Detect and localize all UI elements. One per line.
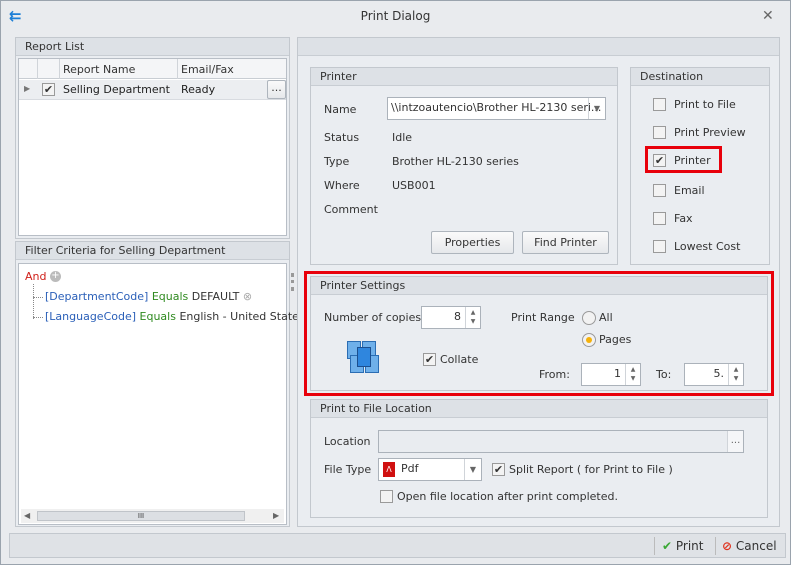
type-label: Type — [324, 155, 350, 168]
close-icon[interactable]: ✕ — [762, 8, 774, 24]
name-label: Name — [324, 103, 357, 116]
printer-title: Printer — [311, 68, 617, 86]
filter-root-and[interactable]: And — [25, 270, 46, 283]
print-label: Print — [675, 539, 704, 553]
open-location-checkbox[interactable] — [380, 490, 393, 503]
print-to-file-group: Print to File Location Location ... File… — [310, 399, 768, 518]
cancel-button[interactable]: ⊘ Cancel — [722, 538, 777, 555]
grid-header: Report Name Email/Fax — [19, 59, 286, 79]
printer-highlight — [645, 146, 722, 173]
print-dialog-window: Print Dialog ⇇ ✕ Report List Report Name… — [0, 0, 791, 565]
title-bar: Print Dialog — [1, 1, 790, 31]
destination-label: Email — [674, 184, 705, 197]
filter-condition[interactable]: [LanguageCode] Equals English - United S… — [45, 310, 317, 323]
footer-bar: ✔ Print ⊘ Cancel — [9, 533, 786, 558]
destination-label: Fax — [674, 212, 693, 225]
check-icon: ✔ — [662, 539, 673, 553]
location-input[interactable]: ... — [378, 430, 744, 453]
destination-checkbox[interactable] — [653, 240, 666, 253]
printer-group: Printer Name \\intzoautencio\Brother HL-… — [310, 67, 618, 265]
condition-value: DEFAULT — [191, 290, 240, 303]
pdf-icon: Λ — [383, 462, 395, 477]
scroll-grip: III — [137, 512, 145, 520]
type-value: Brother HL-2130 series — [392, 155, 519, 168]
destination-checkbox[interactable] — [653, 212, 666, 225]
scrollbar-thumb[interactable]: III — [37, 511, 245, 521]
row-indicator-icon: ▶ — [24, 84, 31, 93]
status-label: Status — [324, 131, 360, 144]
where-label: Where — [324, 179, 360, 192]
find-printer-button[interactable]: Find Printer — [522, 231, 609, 254]
destination-title: Destination — [631, 68, 769, 86]
row-email-fax: Ready — [181, 83, 216, 96]
destination-checkbox[interactable] — [653, 98, 666, 111]
condition-field: [DepartmentCode] — [45, 290, 149, 303]
app-logo-icon: ⇇ — [9, 7, 22, 25]
destination-label: Print Preview — [674, 126, 746, 139]
chevron-down-icon[interactable]: ▼ — [588, 98, 605, 119]
comment-label: Comment — [324, 203, 378, 216]
report-grid: Report Name Email/Fax ▶ ✔ Selling Depart… — [18, 58, 287, 236]
window-title: Print Dialog — [360, 9, 431, 23]
splitter-handle[interactable] — [291, 273, 294, 291]
destination-checkbox[interactable] — [653, 126, 666, 139]
condition-field: [LanguageCode] — [45, 310, 137, 323]
cancel-label: Cancel — [735, 539, 777, 553]
column-header-email-fax[interactable]: Email/Fax — [181, 63, 234, 76]
file-type-label: File Type — [324, 463, 372, 476]
split-report-checkbox[interactable]: ✔ — [492, 463, 505, 476]
add-condition-icon[interactable]: + — [50, 271, 61, 282]
filter-condition[interactable]: [DepartmentCode] Equals DEFAULT ⊗ — [45, 290, 252, 303]
print-button[interactable]: ✔ Print — [662, 538, 704, 555]
report-list-group: Report List Report Name Email/Fax ▶ ✔ Se… — [15, 37, 290, 239]
condition-value: English - United States — [179, 310, 305, 323]
where-value: USB001 — [392, 179, 436, 192]
open-location-label: Open file location after print completed… — [397, 490, 618, 503]
table-row[interactable]: ▶ ✔ Selling Department Ready ... — [19, 80, 286, 100]
printer-settings-highlight — [304, 271, 774, 396]
report-list-title: Report List — [16, 38, 289, 56]
column-header-report-name[interactable]: Report Name — [63, 63, 135, 76]
filter-criteria-group: Filter Criteria for Selling Department A… — [15, 241, 317, 527]
row-report-name: Selling Department — [63, 83, 170, 96]
row-ellipsis-button[interactable]: ... — [267, 80, 286, 99]
status-value: Idle — [392, 131, 413, 144]
print-to-file-title: Print to File Location — [311, 400, 767, 418]
destination-checkbox[interactable] — [653, 184, 666, 197]
cancel-icon: ⊘ — [722, 539, 733, 553]
filter-tree: And + [DepartmentCode] Equals DEFAULT ⊗ … — [18, 263, 317, 525]
file-type-value: Pdf — [401, 462, 419, 475]
printer-name-combo[interactable]: \\intzoautencio\Brother HL-2130 seri... … — [387, 97, 606, 120]
filter-title: Filter Criteria for Selling Department — [16, 242, 289, 260]
destination-label: Print to File — [674, 98, 736, 111]
location-label: Location — [324, 435, 371, 448]
horizontal-scrollbar[interactable]: ◀ III ▶ — [21, 509, 284, 523]
condition-operator: Equals — [139, 310, 176, 323]
destination-label: Lowest Cost — [674, 240, 741, 253]
row-checkbox[interactable]: ✔ — [42, 83, 55, 96]
settings-panel-header — [298, 38, 779, 56]
properties-button[interactable]: Properties — [431, 231, 514, 254]
condition-operator: Equals — [151, 290, 189, 303]
split-report-label: Split Report ( for Print to File ) — [509, 463, 673, 476]
remove-condition-icon[interactable]: ⊗ — [243, 290, 252, 303]
file-type-combo[interactable]: Λ Pdf ▼ — [378, 458, 482, 481]
printer-name-value: \\intzoautencio\Brother HL-2130 seri... — [391, 101, 602, 114]
browse-button[interactable]: ... — [727, 431, 743, 452]
chevron-down-icon[interactable]: ▼ — [464, 459, 481, 480]
